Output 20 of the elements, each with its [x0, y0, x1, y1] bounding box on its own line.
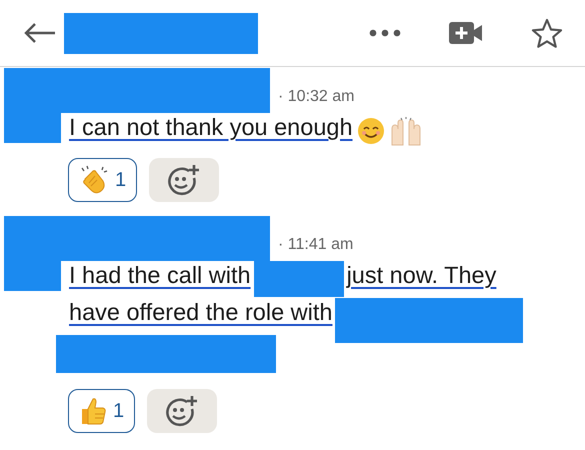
star-icon[interactable] [531, 18, 563, 48]
reaction-button[interactable]: 1 [68, 158, 138, 202]
message-text: have offered the role with [69, 298, 332, 326]
reaction-button[interactable]: 1 [68, 389, 136, 433]
add-reaction-button[interactable] [149, 158, 220, 202]
smiling-face-icon [356, 117, 385, 145]
more-icon[interactable] [369, 29, 401, 37]
message-time: · 11:41 am [278, 235, 354, 255]
thumbs-up-icon [79, 396, 107, 426]
raised-hands-icon [388, 117, 423, 147]
add-emoji-icon [167, 164, 202, 196]
add-emoji-icon [165, 395, 200, 427]
message-time: · 10:32 am [278, 87, 354, 107]
clapping-hands-icon [79, 165, 109, 195]
message-text: I can not thank you enough [69, 113, 353, 142]
back-icon[interactable] [24, 22, 56, 44]
add-reaction-button[interactable] [147, 389, 218, 433]
message-text: I had the call with [69, 261, 251, 290]
video-call-icon[interactable] [449, 22, 483, 44]
message-text: just now. They [346, 261, 496, 290]
